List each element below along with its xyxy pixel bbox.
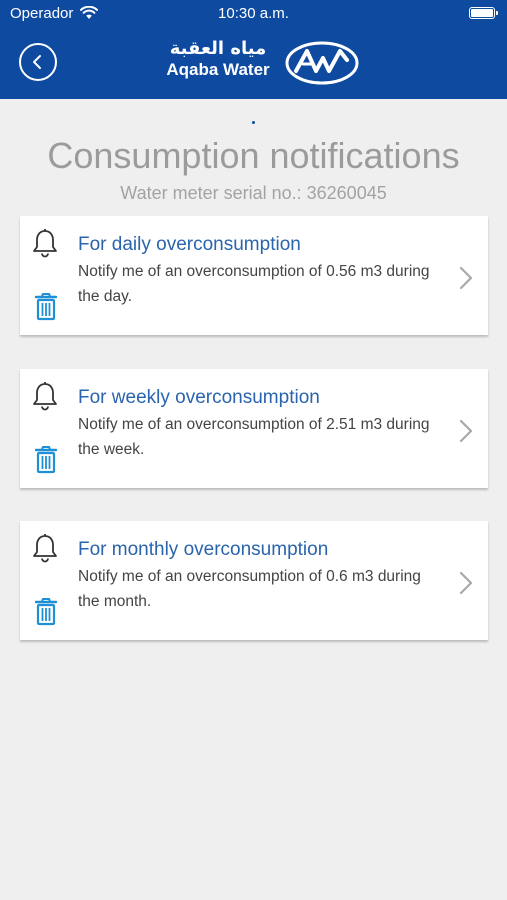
brand-name: مياه العقبة Aqaba Water [158,38,278,80]
trash-icon[interactable] [34,446,58,479]
app-header: Operador 10:30 a.m. مياه العقبة Aqaba Wa… [0,0,507,99]
notification-card-monthly[interactable]: For monthly overconsumption Notify me of… [20,521,488,640]
notification-card-weekly[interactable]: For weekly overconsumption Notify me of … [20,369,488,488]
meter-serial: Water meter serial no.: 36260045 [120,183,387,203]
chevron-left-icon [33,55,41,69]
trash-icon[interactable] [34,293,58,326]
notification-description: Notify me of an overconsumption of 0.6 m… [78,568,421,610]
battery-icon [469,7,498,19]
notification-title: For monthly overconsumption [78,539,329,560]
page-title: Consumption notifications [47,135,460,176]
chevron-right-icon [459,266,473,295]
status-time: 10:30 a.m. [218,5,289,22]
brand-name-english: Aqaba Water [166,60,270,79]
trash-icon[interactable] [34,598,58,631]
chevron-right-icon [459,419,473,448]
page-indicator-dot [252,121,255,124]
chevron-right-icon [459,571,473,600]
bell-icon [31,228,59,263]
back-button[interactable] [19,43,57,81]
bell-icon [31,533,59,568]
notification-title: For weekly overconsumption [78,387,320,408]
aqaba-water-logo-icon [285,40,359,91]
notification-description: Notify me of an overconsumption of 2.51 … [78,416,430,458]
notification-title: For daily overconsumption [78,234,301,255]
bell-icon [31,381,59,416]
status-bar: Operador 10:30 a.m. [0,0,507,28]
brand-name-arabic: مياه العقبة [169,38,267,59]
notification-description: Notify me of an overconsumption of 0.56 … [78,263,430,305]
notification-card-daily[interactable]: For daily overconsumption Notify me of a… [20,216,488,335]
